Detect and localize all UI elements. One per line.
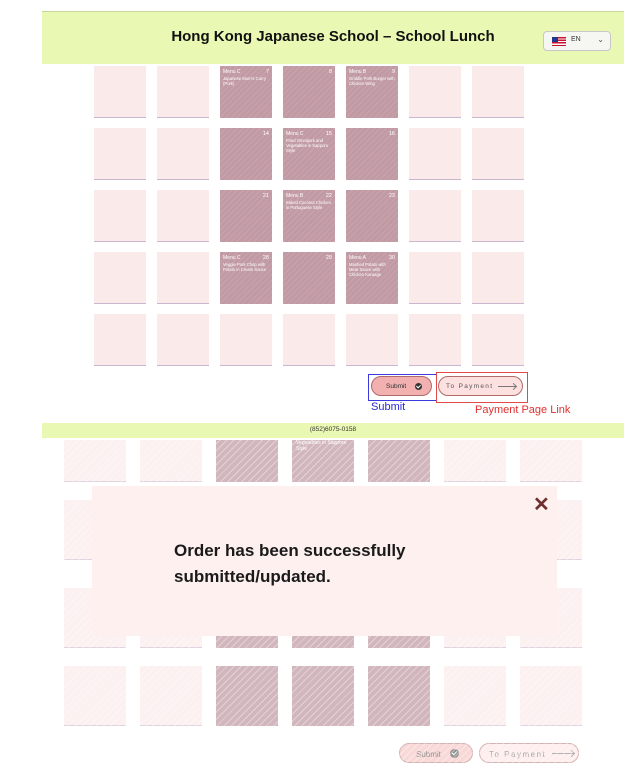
calendar-cell[interactable] (472, 66, 524, 118)
dish-name: Mashed Potato with Meat Sauce with Chick… (349, 262, 386, 278)
date-number: 29 (325, 255, 332, 261)
calendar-cell[interactable] (472, 190, 524, 242)
header-bar: Hong Kong Japanese School – School Lunch… (42, 11, 624, 64)
dish-name: Japanese Mum's Curry (Pork) (223, 76, 266, 87)
calendar-cell[interactable]: Menu C 7 Japanese Mum's Curry (Pork) (220, 66, 272, 118)
calendar-cell[interactable]: 23 (346, 190, 398, 242)
date-number: 22 (325, 193, 332, 199)
menu-label: Menu C (286, 131, 304, 137)
calendar-cell[interactable] (94, 128, 146, 180)
calendar-cell[interactable] (94, 252, 146, 304)
menu-label: Menu A (349, 255, 366, 261)
menu-label: Menu B (286, 193, 304, 199)
dish-name: Baked Coconut Chicken in Portuguese Styl… (286, 200, 331, 211)
dish-name: Veggie Pork Chop with Potato in Cream Sa… (223, 262, 267, 273)
date-number: 9 (391, 69, 395, 75)
footer-bar: (852)6075-0158 (42, 423, 624, 438)
date-number: 7 (265, 69, 269, 75)
calendar-cell[interactable]: Menu B 9 Griddle Pork Burger with Chicken … (346, 66, 398, 118)
calendar-cell[interactable]: 14 (220, 128, 272, 180)
dish-name: Griddle Pork Burger with Chicken Wing (349, 76, 395, 87)
calendar-cell[interactable] (472, 128, 524, 180)
language-label: EN (571, 36, 581, 43)
calendar-cell[interactable] (409, 128, 461, 180)
calendar-cell[interactable] (157, 128, 209, 180)
calendar-cell[interactable] (220, 314, 272, 366)
phone-number: (852)6075-0158 (309, 426, 357, 433)
calendar-cell[interactable] (409, 314, 461, 366)
calendar-cell[interactable] (94, 66, 146, 118)
calendar-cell[interactable]: Menu C 15 Fried Omnipork and Vegetables in… (283, 128, 335, 180)
menu-label: Menu C (223, 255, 241, 261)
submit-annotation-label: Submit (371, 401, 406, 413)
calendar-cell[interactable]: Menu A 30 Mashed Potato with Meat Sauce wi… (346, 252, 398, 304)
calendar-cell[interactable] (157, 190, 209, 242)
menu-label: Menu C (223, 69, 241, 75)
close-icon[interactable]: ✕ (533, 492, 550, 517)
calendar-cell[interactable] (409, 252, 461, 304)
calendar-cell[interactable] (94, 314, 146, 366)
date-number: 21 (262, 193, 269, 199)
calendar-cell[interactable] (283, 314, 335, 366)
date-number: 23 (388, 193, 395, 199)
payment-annotation-label: Payment Page Link (475, 404, 571, 416)
success-message: Order has been successfully submitted/up… (174, 541, 406, 586)
us-flag-icon (552, 37, 566, 46)
calendar-cell[interactable]: 21 (220, 190, 272, 242)
calendar-panel: Hong Kong Japanese School – School Lunch… (42, 11, 624, 441)
payment-annotation-box (436, 372, 528, 403)
calendar-cell[interactable] (409, 190, 461, 242)
date-number: 15 (325, 131, 332, 137)
date-number: 16 (388, 131, 395, 137)
calendar-cell[interactable] (157, 314, 209, 366)
dish-name: Fried Omnipork and Vegetables in Sapporo… (286, 138, 329, 154)
calendar-cell[interactable]: 29 (283, 252, 335, 304)
calendar-cell[interactable] (157, 252, 209, 304)
date-number: 14 (262, 131, 269, 137)
calendar-cell[interactable]: 8 (283, 66, 335, 118)
menu-label: Menu B (349, 69, 367, 75)
calendar-cell[interactable]: Menu B 22 Baked Coconut Chicken in Portugu… (283, 190, 335, 242)
calendar-cell[interactable] (157, 66, 209, 118)
calendar-cell[interactable] (409, 66, 461, 118)
submit-annotation-box (368, 374, 437, 401)
chevron-down-icon: ⌄ (597, 35, 604, 44)
calendar-cell[interactable] (346, 314, 398, 366)
language-select[interactable]: EN ⌄ (543, 31, 611, 51)
confirmation-screen: 14Menu C15Fried Omnipork and Vegetables … (42, 440, 624, 767)
calendar-cell[interactable]: Menu C 28 Veggie Pork Chop with Potato in … (220, 252, 272, 304)
date-number: 8 (328, 69, 332, 75)
calendar-cell[interactable] (472, 252, 524, 304)
page-title: Hong Kong Japanese School – School Lunch (171, 28, 495, 45)
calendar-cell[interactable] (94, 190, 146, 242)
calendar-cell[interactable]: 16 (346, 128, 398, 180)
calendar-cell[interactable] (472, 314, 524, 366)
date-number: 30 (388, 255, 395, 261)
success-modal: ✕ Order has been successfully submitted/… (92, 486, 557, 636)
date-number: 28 (262, 255, 269, 261)
